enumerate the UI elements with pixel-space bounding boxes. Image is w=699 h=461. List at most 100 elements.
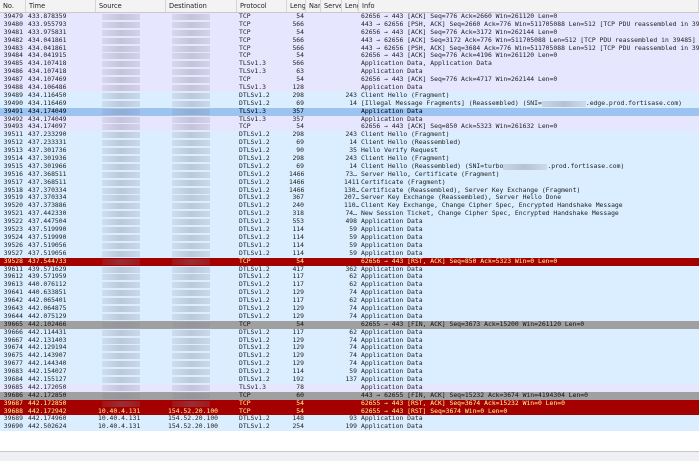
packet-cell-serve bbox=[321, 123, 342, 131]
redacted-address bbox=[102, 369, 140, 376]
packet-row[interactable]: 39492 434.174049 TLSv1.3 357 Application Dat… bbox=[0, 115, 699, 124]
packet-cell-info: 62656 → 443 [ACK] Seq=776 Ack=4196 Win=2… bbox=[361, 52, 558, 60]
column-header-length-2[interactable]: Length bbox=[342, 0, 359, 12]
column-header-info[interactable]: Info bbox=[359, 0, 699, 12]
packet-row[interactable]: 39489 434.116450 DTLSv1.2 298 243 Client Hell… bbox=[0, 91, 699, 100]
packet-row[interactable]: 39481 433.975831 TCP 54 62656 → 443 [ACK] Se… bbox=[0, 28, 699, 37]
packet-row[interactable]: 39484 434.041915 TCP 54 62656 → 443 [ACK] Se… bbox=[0, 52, 699, 61]
packet-row[interactable]: 39479 433.878359 TCP 54 62656 → 443 [ACK] Se… bbox=[0, 13, 699, 21]
redacted-address bbox=[172, 282, 210, 289]
packet-row[interactable]: 39518 437.370334 DTLSv1.2 1466 130… Certifica… bbox=[0, 186, 699, 195]
redacted-address bbox=[102, 140, 140, 147]
packet-row[interactable]: 39493 434.174097 TCP 54 62656 → 443 [ACK] Se… bbox=[0, 123, 699, 132]
packet-row[interactable]: 39642 442.065401 DTLSv1.2 117 62 Application … bbox=[0, 297, 699, 305]
packet-row[interactable]: 39486 434.107418 TLSv1.3 63 Application Data bbox=[0, 68, 699, 77]
packet-cell-proto: DTLSv1.2 bbox=[239, 352, 270, 360]
packet-cell-time: 437.519056 bbox=[28, 241, 67, 249]
packet-cell-serve bbox=[321, 242, 342, 250]
packet-row[interactable]: 39667 442.131403 DTLSv1.2 129 74 Application … bbox=[0, 336, 699, 345]
redacted-address bbox=[172, 258, 210, 265]
redacted-address bbox=[172, 92, 210, 99]
packet-row[interactable]: 39641 440.633851 DTLSv1.2 129 74 Application … bbox=[0, 289, 699, 298]
column-header-name[interactable]: Name bbox=[306, 0, 321, 12]
packet-cell-name bbox=[306, 415, 321, 423]
redacted-address bbox=[172, 21, 210, 28]
packet-cell-no: 39480 bbox=[3, 20, 23, 28]
column-header-serve[interactable]: Serve bbox=[321, 0, 342, 12]
packet-cell-name bbox=[306, 226, 321, 234]
packet-cell-time: 437.447504 bbox=[28, 218, 67, 226]
packet-row[interactable]: 39483 434.041861 TCP 566 443 → 62656 [PSH, A… bbox=[0, 44, 699, 53]
packet-row[interactable]: 39524 437.519990 DTLSv1.2 114 59 Application … bbox=[0, 233, 699, 242]
column-header-destination[interactable]: Destination bbox=[166, 0, 237, 12]
packet-cell-len2: 62 bbox=[349, 273, 357, 281]
packet-row[interactable]: 39677 442.144340 DTLSv1.2 129 74 Application … bbox=[0, 360, 699, 369]
packet-row[interactable]: 39674 442.129194 DTLSv1.2 129 74 Application … bbox=[0, 344, 699, 353]
packet-cell-no: 39689 bbox=[3, 415, 23, 423]
packet-row[interactable]: 39512 437.233331 DTLSv1.2 69 14 Client Hello … bbox=[0, 139, 699, 148]
packet-row[interactable]: 39528 437.544733 TCP 54 62656 → 443 [RST, AC… bbox=[0, 257, 699, 266]
packet-row[interactable]: 39520 437.373886 DTLSv1.2 240 110… Client Key… bbox=[0, 202, 699, 211]
packet-row[interactable]: 39675 442.143907 DTLSv1.2 129 74 Application … bbox=[0, 352, 699, 361]
packet-row[interactable]: 39643 442.064875 DTLSv1.2 129 74 Application … bbox=[0, 304, 699, 313]
packet-row[interactable]: 39690 442.502624 10.40.4.131 154.52.20.100 D… bbox=[0, 423, 699, 432]
packet-row[interactable]: 39487 434.107469 TCP 54 62656 → 443 [ACK] Se… bbox=[0, 76, 699, 85]
packet-row[interactable]: 39687 442.172850 TCP 54 62655 → 443 [RST, AC… bbox=[0, 399, 699, 408]
packet-row[interactable]: 39522 437.447504 DTLSv1.2 553 498 Application… bbox=[0, 218, 699, 227]
redacted-address bbox=[172, 321, 210, 328]
packet-row[interactable]: 39527 437.519056 DTLSv1.2 114 59 Application … bbox=[0, 249, 699, 258]
packet-row[interactable]: 39684 442.155127 DTLSv1.2 192 137 Application… bbox=[0, 375, 699, 384]
column-header-source[interactable]: Source bbox=[96, 0, 166, 12]
packet-row[interactable]: 39689 442.174960 10.40.4.131 154.52.20.100 D… bbox=[0, 415, 699, 424]
column-header-protocol[interactable]: Protocol bbox=[237, 0, 287, 12]
packet-row[interactable]: 39482 434.041861 TCP 566 443 → 62656 [ACK] S… bbox=[0, 36, 699, 45]
packet-row[interactable]: 39517 437.368511 DTLSv1.2 1466 1411 Certifica… bbox=[0, 178, 699, 187]
packet-row[interactable]: 39611 439.571629 DTLSv1.2 417 362 Application… bbox=[0, 265, 699, 274]
packet-row[interactable]: 39488 434.106486 TLSv1.3 128 Application Dat… bbox=[0, 84, 699, 92]
packet-cell-serve bbox=[321, 13, 342, 21]
packet-row[interactable]: 39516 437.368511 DTLSv1.2 1466 73… Server Hel… bbox=[0, 170, 699, 179]
packet-row[interactable]: 39513 437.301736 DTLSv1.2 90 35 Hello Verify … bbox=[0, 147, 699, 156]
packet-row[interactable]: 39612 439.571959 DTLSv1.2 117 62 Application … bbox=[0, 273, 699, 282]
packet-row[interactable]: 39526 437.519056 DTLSv1.2 114 59 Application … bbox=[0, 241, 699, 250]
redacted-address bbox=[172, 195, 210, 202]
column-header-no[interactable]: No. bbox=[0, 0, 26, 12]
packet-cell-len: 54 bbox=[296, 13, 304, 20]
redacted-address bbox=[172, 85, 210, 92]
column-header-length[interactable]: Length bbox=[287, 0, 306, 12]
packet-cell-len: 129 bbox=[292, 289, 304, 297]
packet-row[interactable]: 39491 434.174049 TLSv1.3 357 Application Dat… bbox=[0, 107, 699, 116]
packet-cell-src bbox=[96, 210, 166, 218]
redacted-address bbox=[102, 211, 140, 218]
packet-row[interactable]: 39514 437.301936 DTLSv1.2 298 243 Client Hell… bbox=[0, 155, 699, 163]
packet-row[interactable]: 39515 437.301966 DTLSv1.2 69 14 Client Hello … bbox=[0, 162, 699, 171]
packet-cell-serve bbox=[321, 258, 342, 266]
packet-row[interactable]: 39666 442.114431 DTLSv1.2 117 62 Application … bbox=[0, 328, 699, 337]
packet-cell-info: Application Data bbox=[361, 415, 423, 423]
packet-row[interactable]: 39644 442.075129 DTLSv1.2 129 74 Application … bbox=[0, 312, 699, 321]
packet-row[interactable]: 39511 437.233290 DTLSv1.2 298 243 Client Hell… bbox=[0, 131, 699, 140]
packet-cell-time: 442.143907 bbox=[28, 352, 67, 360]
packet-row[interactable]: 39665 442.102466 TCP 54 62655 → 443 [FIN, AC… bbox=[0, 320, 699, 329]
packet-row[interactable]: 39485 434.107418 TLSv1.3 566 Application Dat… bbox=[0, 60, 699, 69]
packet-cell-info: Application Data bbox=[361, 84, 423, 92]
redacted-address bbox=[102, 14, 140, 20]
packet-row[interactable]: 39683 442.154027 DTLSv1.2 114 59 Application … bbox=[0, 368, 699, 376]
packet-cell-time: 437.544733 bbox=[28, 257, 67, 265]
packet-row[interactable]: 39613 440.076112 DTLSv1.2 117 62 Application … bbox=[0, 281, 699, 290]
column-header-time[interactable]: Time bbox=[26, 0, 96, 12]
packet-row[interactable]: 39490 434.116469 DTLSv1.2 69 14 [Illegal Mess… bbox=[0, 99, 699, 108]
packet-row[interactable]: 39686 442.172850 TCP 60 443 → 62655 [FIN, AC… bbox=[0, 391, 699, 400]
packet-row[interactable]: 39688 442.172942 10.40.4.131 154.52.20.100 T… bbox=[0, 407, 699, 416]
packet-cell-info: Application Data bbox=[361, 68, 423, 76]
packet-cell-len: 553 bbox=[292, 218, 304, 226]
redacted-address bbox=[172, 290, 210, 297]
packet-cell-no: 39675 bbox=[3, 352, 23, 360]
packet-row[interactable]: 39480 433.955793 TCP 566 443 → 62656 [PSH, A… bbox=[0, 20, 699, 29]
packet-row[interactable]: 39519 437.370334 DTLSv1.2 367 207… Server Key… bbox=[0, 194, 699, 203]
packet-row[interactable]: 39523 437.519990 DTLSv1.2 114 59 Application … bbox=[0, 226, 699, 234]
packet-cell-dst bbox=[166, 297, 237, 305]
packet-row[interactable]: 39685 442.172050 TLSv1.3 78 Application Data bbox=[0, 383, 699, 392]
packet-row[interactable]: 39521 437.442330 DTLSv1.2 318 74… New Session… bbox=[0, 210, 699, 219]
packet-cell-proto: DTLSv1.2 bbox=[239, 99, 270, 107]
